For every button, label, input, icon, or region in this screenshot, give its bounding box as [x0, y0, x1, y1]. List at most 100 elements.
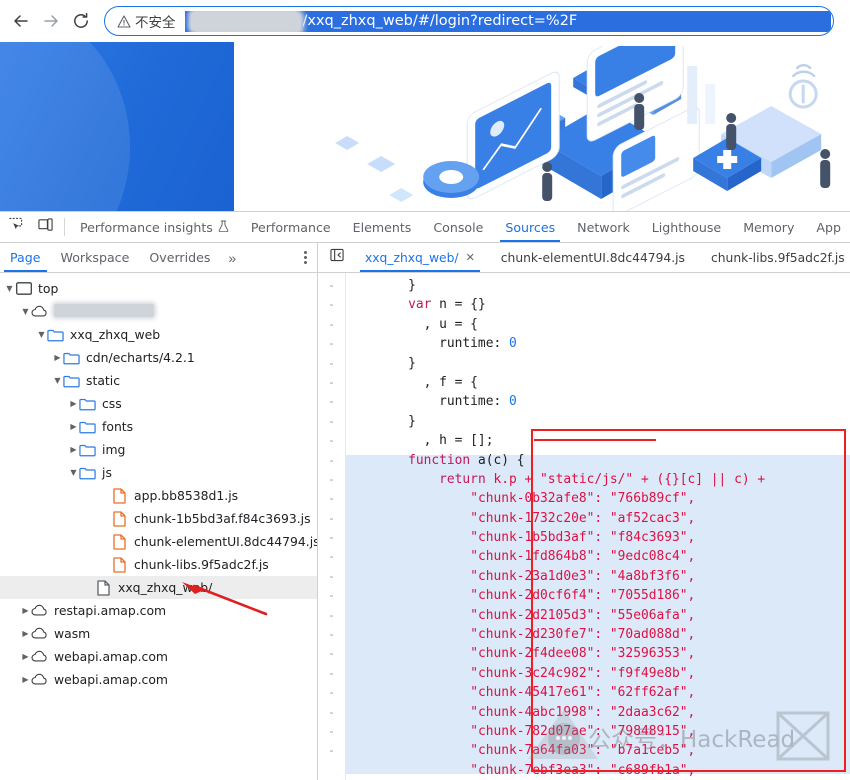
- code-line: "chunk-7a64fa03": "b7a1ceb5",: [470, 743, 696, 759]
- banner-illustration: [234, 42, 850, 211]
- chevron-right-icon[interactable]: ▶: [20, 629, 31, 638]
- code-line: "chunk-782d07ae": "79848915",: [470, 723, 696, 739]
- chevron-down-icon[interactable]: ▼: [68, 468, 79, 477]
- nav-tab-label: Workspace: [60, 250, 130, 265]
- chevron-down-icon[interactable]: ▼: [4, 284, 15, 293]
- code-line: "chunk-1b5bd3af": "f84c3693",: [470, 530, 696, 546]
- tree-row[interactable]: ▶ webapi.amap.com: [0, 668, 317, 691]
- address-bar[interactable]: 不安全 /xxq_zhxq_web/#/login?redirect=%2F: [104, 6, 834, 36]
- kebab-menu-icon[interactable]: [304, 251, 307, 264]
- tree-row[interactable]: ▼ xxq_zhxq_web: [0, 323, 317, 346]
- url-selected-text[interactable]: /xxq_zhxq_web/#/login?redirect=%2F: [184, 10, 831, 32]
- tree-row[interactable]: ▶ fonts: [0, 415, 317, 438]
- tree-row[interactable]: ▶ wasm: [0, 622, 317, 645]
- tab-memory[interactable]: Memory: [732, 212, 805, 242]
- tab-label: Performance insights: [80, 219, 213, 235]
- tree-row[interactable]: xxq_zhxq_web/: [0, 576, 317, 599]
- chevron-right-icon[interactable]: ▶: [52, 353, 63, 362]
- device-toolbar-button[interactable]: [30, 212, 60, 242]
- code-line: runtime: 0: [346, 394, 517, 410]
- chevron-down-icon[interactable]: ▼: [20, 307, 31, 316]
- code-line: "chunk-23a1d0e3": "4a8bf3f6",: [470, 568, 696, 584]
- tree-row[interactable]: ▶ css: [0, 392, 317, 415]
- gutter-marker: -: [328, 627, 335, 642]
- gutter-marker: -: [328, 433, 335, 448]
- editor-tab-chunk-libs[interactable]: chunk-libs.9f5adc2f.js: [698, 243, 850, 272]
- tree-row[interactable]: ▼ static: [0, 369, 317, 392]
- cloud-icon: [31, 649, 48, 664]
- code-line: "chunk-2d230fe7": "70ad088d",: [470, 627, 696, 643]
- nav-tab-workspace[interactable]: Workspace: [51, 243, 140, 272]
- nav-tab-overrides[interactable]: Overrides: [139, 243, 220, 272]
- tab-sources[interactable]: Sources: [494, 212, 566, 242]
- source-code-editor[interactable]: - - - - - - - - - - - - - - - - - - - - - - - - - } var n = {} ,…: [318, 273, 850, 780]
- forward-button[interactable]: [36, 6, 66, 36]
- gutter-marker: -: [328, 646, 335, 661]
- close-icon[interactable]: ✕: [466, 251, 475, 264]
- code-lines: } var n = {} , u = { runtime: 0 } , f = …: [346, 276, 850, 780]
- tree-row[interactable]: ▶ cdn/echarts/4.2.1: [0, 346, 317, 369]
- tab-elements[interactable]: Elements: [342, 212, 423, 242]
- chevron-right-icon[interactable]: ▶: [20, 675, 31, 684]
- tree-row[interactable]: ▶ webapi.amap.com: [0, 645, 317, 668]
- reload-button[interactable]: [66, 6, 96, 36]
- tree-row[interactable]: chunk-elementUI.8dc44794.js: [0, 530, 317, 553]
- tab-console[interactable]: Console: [422, 212, 494, 242]
- tree-item-label: webapi.amap.com: [54, 649, 168, 664]
- nav-tab-label: Page: [10, 250, 41, 265]
- folder-icon: [79, 442, 96, 457]
- gutter-marker: -: [328, 394, 335, 409]
- tree-item-label: chunk-1b5bd3af.f84c3693.js: [134, 511, 311, 526]
- gutter-marker: -: [328, 471, 335, 486]
- editor-tab-chunk-elementui[interactable]: chunk-elementUI.8dc44794.js: [488, 243, 698, 272]
- code-line: "chunk-3c24c982": "f9f49e8b",: [470, 665, 696, 681]
- tab-label: Console: [433, 219, 484, 235]
- more-tabs-chevron-icon[interactable]: »: [220, 250, 244, 266]
- tree-row[interactable]: chunk-1b5bd3af.f84c3693.js: [0, 507, 317, 530]
- tree-row[interactable]: ▶ restapi.amap.com: [0, 599, 317, 622]
- chevron-right-icon[interactable]: ▶: [68, 399, 79, 408]
- code-line: "chunk-4abc1998": "2daa3c62",: [470, 704, 696, 720]
- editor-code-area[interactable]: } var n = {} , u = { runtime: 0 } , f = …: [346, 273, 850, 780]
- chevron-right-icon[interactable]: ▶: [20, 606, 31, 615]
- tree-row[interactable]: ▼ top: [0, 277, 317, 300]
- tab-label: App: [816, 219, 842, 235]
- tab-performance-insights[interactable]: Performance insights: [69, 212, 240, 242]
- tab-application[interactable]: App: [805, 212, 850, 242]
- tree-row[interactable]: ▶ img: [0, 438, 317, 461]
- cloud-icon: [31, 304, 48, 319]
- navigator-file-tree[interactable]: ▼ top ▼ ▼ xxq_zhxq_web ▶ cdn/echarts/4.2.1 ▼ sta…: [0, 273, 318, 780]
- tree-item-label-redacted: [54, 303, 154, 320]
- chevron-right-icon[interactable]: ▶: [68, 422, 79, 431]
- security-status-chip[interactable]: 不安全: [117, 11, 185, 31]
- folder-icon: [79, 419, 96, 434]
- warning-triangle-icon: [117, 15, 131, 28]
- gutter-marker: -: [328, 568, 335, 583]
- editor-tab-xxq-zhxq-web[interactable]: xxq_zhxq_web/ ✕: [352, 243, 488, 272]
- tab-lighthouse[interactable]: Lighthouse: [641, 212, 732, 242]
- code-line: "chunk-7ebf3ea3": "c689fb1a",: [470, 762, 696, 778]
- code-line: return k.p + "static/js/" + ({}[c] || c)…: [439, 471, 773, 487]
- chevron-right-icon[interactable]: ▶: [68, 445, 79, 454]
- inspect-element-button[interactable]: [0, 212, 30, 242]
- back-button[interactable]: [6, 6, 36, 36]
- chevron-right-icon[interactable]: ▶: [20, 652, 31, 661]
- nav-tab-page[interactable]: Page: [0, 243, 51, 272]
- tree-row[interactable]: ▼ js: [0, 461, 317, 484]
- gutter-marker: -: [328, 607, 335, 622]
- tree-row[interactable]: chunk-libs.9f5adc2f.js: [0, 553, 317, 576]
- url-host-redacted: [184, 10, 303, 32]
- js-file-icon: [111, 533, 128, 550]
- chevron-down-icon[interactable]: ▼: [36, 330, 47, 339]
- gutter-marker: -: [328, 452, 335, 467]
- tree-row[interactable]: ▼: [0, 300, 317, 323]
- show-navigator-button[interactable]: [322, 248, 352, 267]
- tab-performance[interactable]: Performance: [240, 212, 342, 242]
- chevron-down-icon[interactable]: ▼: [52, 376, 63, 385]
- tree-row[interactable]: app.bb8538d1.js: [0, 484, 317, 507]
- tree-item-label: chunk-libs.9f5adc2f.js: [134, 557, 269, 572]
- cloud-icon: [31, 626, 48, 641]
- gutter-marker: -: [328, 665, 335, 680]
- tab-network[interactable]: Network: [566, 212, 641, 242]
- tree-item-label: js: [102, 465, 112, 480]
